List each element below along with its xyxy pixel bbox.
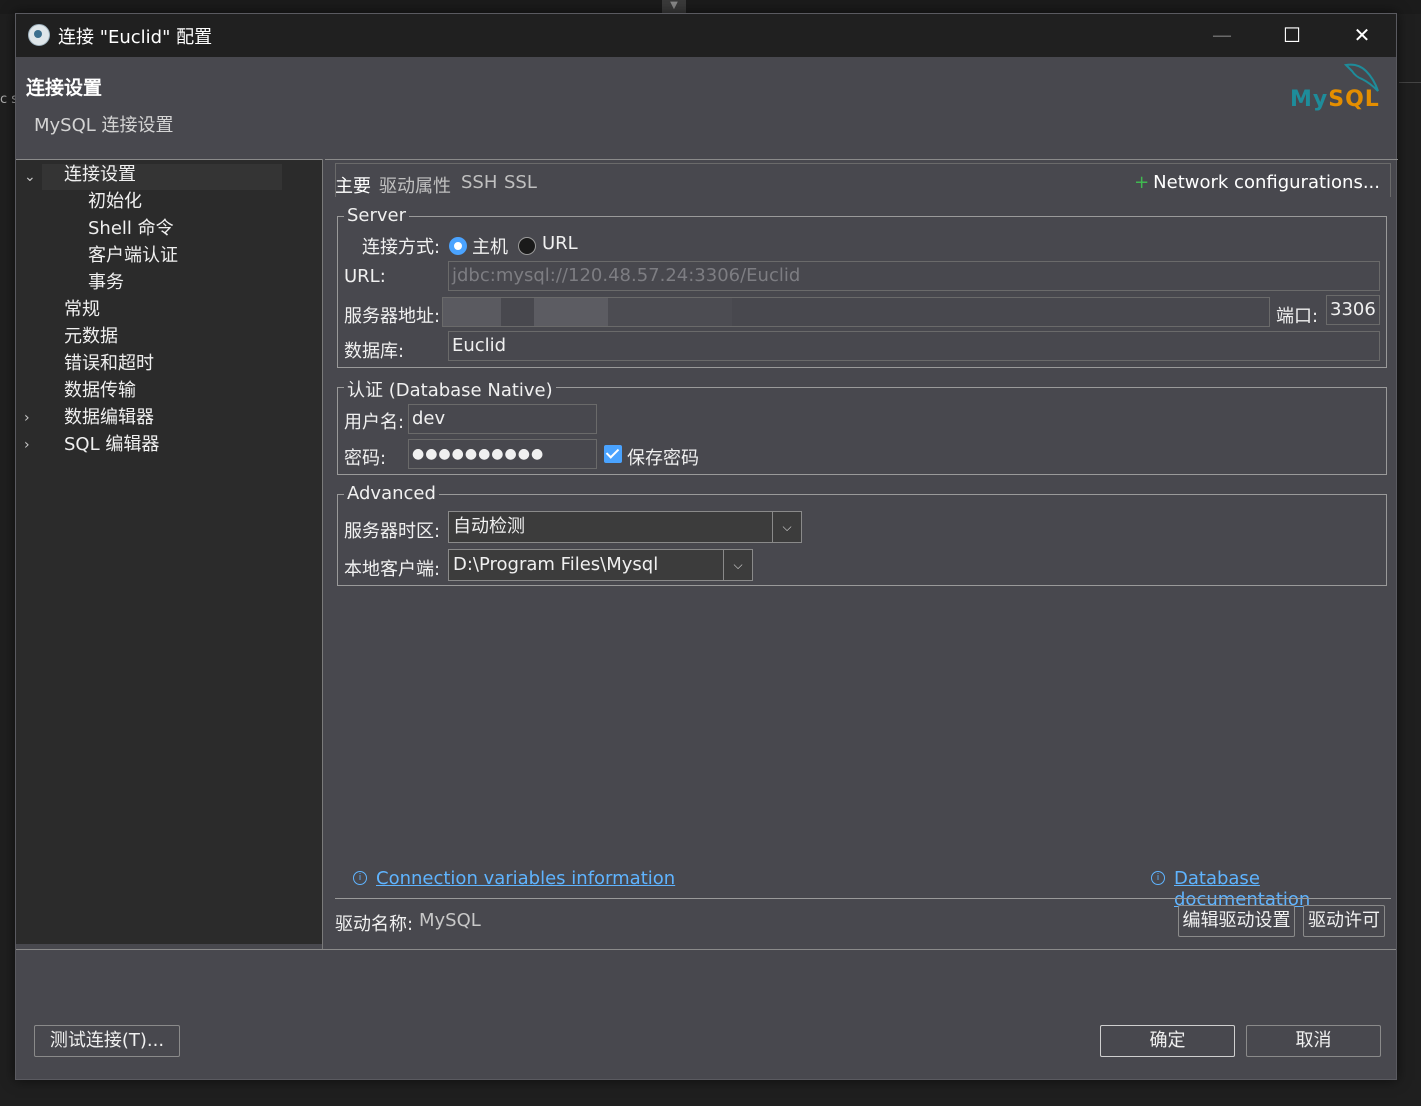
chevron-right-icon[interactable]: › — [24, 432, 30, 458]
footer-divider — [16, 949, 1396, 950]
host-radio[interactable] — [449, 237, 467, 255]
timezone-select[interactable]: 自动检测 ⌵ — [448, 511, 802, 543]
page-title: 连接设置 — [26, 77, 103, 99]
tab-ssl[interactable]: SSL — [504, 172, 537, 193]
tree-item-init[interactable]: 初始化 — [88, 189, 142, 215]
host-radio-label[interactable]: 主机 — [472, 233, 508, 259]
tree-item-general[interactable]: 常规 — [64, 297, 100, 323]
timezone-label: 服务器时区: — [344, 521, 441, 542]
plus-icon: + — [1134, 172, 1150, 193]
save-password-label[interactable]: 保存密码 — [627, 444, 699, 470]
server-group: Server 连接方式: 主机 URL URL: jdbc:mysql://12… — [337, 205, 1387, 368]
port-label: 端口: — [1276, 306, 1319, 327]
maximize-button[interactable]: ☐ — [1272, 20, 1312, 50]
info-icon: i — [353, 871, 367, 885]
cancel-button[interactable]: 取消 — [1246, 1025, 1381, 1057]
save-password-checkbox[interactable] — [604, 445, 622, 463]
tree-item-transactions[interactable]: 事务 — [88, 270, 124, 296]
url-input[interactable]: jdbc:mysql://120.48.57.24:3306/Euclid — [448, 261, 1380, 291]
chevron-right-icon[interactable]: › — [24, 405, 30, 431]
chevron-down-icon[interactable]: ⌄ — [24, 164, 36, 190]
username-input[interactable]: dev — [408, 404, 597, 434]
tab-ssh[interactable]: SSH — [461, 172, 497, 193]
connection-variables-link[interactable]: Connection variables information — [376, 868, 675, 889]
ok-button[interactable]: 确定 — [1100, 1025, 1235, 1057]
window-title: 连接 "Euclid" 配置 — [58, 27, 213, 48]
password-label: 密码: — [344, 448, 387, 469]
mysql-logo: MySQL — [1286, 57, 1396, 123]
driver-name-value: MySQL — [419, 910, 481, 931]
background-dropdown-icon: ▼ — [662, 0, 686, 14]
info-icon: i — [1151, 871, 1165, 885]
tree-item-client-auth[interactable]: 客户端认证 — [88, 243, 178, 269]
settings-tree: ⌄ 连接设置 初始化 Shell 命令 客户端认证 事务 常规 元数据 错误和超… — [16, 159, 322, 944]
mysql-logo-text: MySQL — [1290, 87, 1380, 112]
page-subtitle: MySQL 连接设置 — [34, 115, 174, 136]
close-button[interactable]: ✕ — [1342, 20, 1382, 50]
dialog-header: 连接设置 MySQL 连接设置 MySQL — [16, 57, 1396, 157]
minimize-button[interactable]: — — [1202, 20, 1242, 50]
background-divider — [1399, 82, 1421, 83]
tab-main[interactable]: 主要 — [335, 172, 371, 198]
host-input[interactable] — [442, 297, 1270, 327]
database-label: 数据库: — [344, 341, 405, 362]
driver-name-label: 驱动名称: — [335, 914, 414, 935]
edit-driver-button[interactable]: 编辑驱动设置 — [1178, 905, 1295, 937]
tree-item-data-transfer[interactable]: 数据传输 — [64, 378, 136, 404]
test-connection-button[interactable]: 测试连接(T)... — [34, 1025, 180, 1057]
connection-config-dialog: 连接 "Euclid" 配置 — ☐ ✕ 连接设置 MySQL 连接设置 MyS… — [15, 13, 1398, 1080]
advanced-group: Advanced 服务器时区: 自动检测 ⌵ 本地客户端: D:\Program… — [337, 483, 1387, 586]
url-radio-label[interactable]: URL — [542, 233, 578, 254]
local-client-select[interactable]: D:\Program Files\Mysql ⌵ — [448, 549, 753, 581]
dbeaver-app-icon — [28, 24, 50, 46]
title-bar: 连接 "Euclid" 配置 — ☐ ✕ — [16, 14, 1396, 57]
local-client-select-value: D:\Program Files\Mysql — [453, 554, 659, 575]
auth-group: 认证 (Database Native) 用户名: dev 密码: ●●●●●●… — [337, 376, 1387, 475]
driver-license-button[interactable]: 驱动许可 — [1303, 905, 1385, 937]
chevron-down-icon[interactable]: ⌵ — [772, 512, 801, 542]
background-window-strip — [0, 0, 1421, 14]
logo-text-my: My — [1290, 87, 1329, 112]
port-input[interactable]: 3306 — [1326, 295, 1380, 325]
logo-text-sql: SQL — [1328, 87, 1380, 112]
timezone-select-value: 自动检测 — [453, 516, 525, 537]
tab-driver-properties[interactable]: 驱动属性 — [379, 172, 451, 198]
database-input[interactable]: Euclid — [448, 331, 1380, 361]
database-documentation-link[interactable]: Database documentation — [1174, 868, 1398, 910]
network-configurations-label: Network configurations... — [1153, 172, 1380, 193]
password-input[interactable]: ●●●●●●●●●● — [408, 439, 597, 469]
main-settings-panel: 主要 驱动属性 SSH SSL + Network configurations.… — [325, 159, 1398, 950]
tree-item-metadata[interactable]: 元数据 — [64, 324, 118, 350]
tree-item-shell-commands[interactable]: Shell 命令 — [88, 216, 174, 242]
username-label: 用户名: — [344, 412, 405, 433]
host-label: 服务器地址: — [344, 306, 441, 327]
chevron-down-icon[interactable]: ⌵ — [723, 550, 752, 580]
tree-item-errors-timeouts[interactable]: 错误和超时 — [64, 351, 154, 377]
server-group-legend: Server — [344, 205, 410, 226]
tree-item-sql-editor[interactable]: SQL 编辑器 — [64, 432, 159, 458]
tree-item-data-editor[interactable]: 数据编辑器 — [64, 405, 154, 431]
advanced-group-legend: Advanced — [344, 483, 439, 504]
connect-by-label: 连接方式: — [362, 237, 441, 258]
driver-divider — [335, 898, 1391, 899]
tree-item-connection-settings[interactable]: 连接设置 — [64, 162, 136, 188]
url-radio[interactable] — [518, 237, 536, 255]
url-label: URL: — [344, 266, 386, 287]
auth-group-legend: 认证 (Database Native) — [344, 376, 556, 402]
network-configurations-button[interactable]: + Network configurations... — [1134, 172, 1380, 193]
local-client-label: 本地客户端: — [344, 559, 441, 580]
